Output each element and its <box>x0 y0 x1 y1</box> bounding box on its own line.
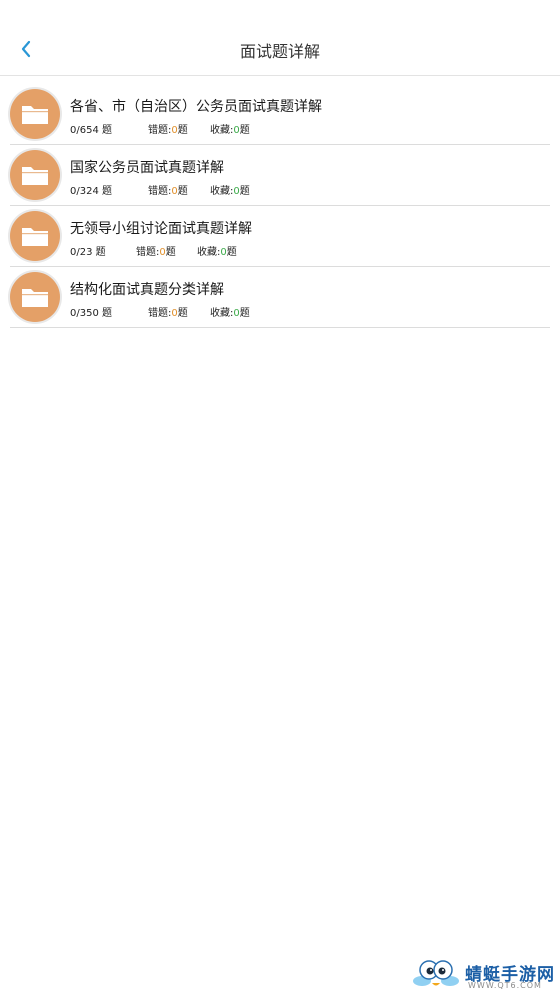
list-item[interactable]: 结构化面试真题分类详解 0/350 题 错题:0题 收藏:0题 <box>10 267 550 328</box>
item-title: 无领导小组讨论面试真题详解 <box>70 221 252 237</box>
favorite-stat: 收藏:0题 <box>210 182 250 197</box>
wrong-label: 错题: <box>148 186 172 197</box>
favorite-label: 收藏: <box>210 125 234 136</box>
dragonfly-logo-icon <box>413 960 459 986</box>
wrong-stat: 错题:0题 <box>148 182 188 197</box>
list-item[interactable]: 国家公务员面试真题详解 0/324 题 错题:0题 收藏:0题 <box>10 145 550 206</box>
folder-avatar <box>10 211 60 261</box>
favorite-stat: 收藏:0题 <box>197 243 237 258</box>
progress-count: 0/324 题 <box>70 186 112 197</box>
favorite-label: 收藏: <box>210 186 234 197</box>
question-set-list: 各省、市（自治区）公务员面试真题详解 0/654 题 错题:0题 收藏:0题 国… <box>10 84 550 328</box>
folder-avatar <box>10 150 60 200</box>
progress-count: 0/350 题 <box>70 308 112 319</box>
list-item[interactable]: 各省、市（自治区）公务员面试真题详解 0/654 题 错题:0题 收藏:0题 <box>10 84 550 145</box>
folder-icon <box>22 106 48 124</box>
folder-icon <box>22 289 48 307</box>
folder-icon <box>22 167 48 185</box>
favorite-unit: 题 <box>239 186 250 197</box>
top-bar: 面试题详解 <box>0 0 560 76</box>
wrong-stat: 错题:0题 <box>136 243 176 258</box>
folder-icon <box>22 228 48 246</box>
wrong-unit: 题 <box>177 125 188 136</box>
item-title: 国家公务员面试真题详解 <box>70 160 224 176</box>
favorite-unit: 题 <box>239 308 250 319</box>
progress-count: 0/654 题 <box>70 125 112 136</box>
wrong-stat: 错题:0题 <box>148 304 188 319</box>
favorite-stat: 收藏:0题 <box>210 304 250 319</box>
watermark: 蜻蜓手游网 WWW.QT6.COM <box>412 955 557 993</box>
wrong-label: 错题: <box>136 247 160 258</box>
watermark-url: WWW.QT6.COM <box>468 981 542 990</box>
item-title: 各省、市（自治区）公务员面试真题详解 <box>70 99 322 115</box>
wrong-label: 错题: <box>148 125 172 136</box>
folder-avatar <box>10 89 60 139</box>
favorite-label: 收藏: <box>197 247 221 258</box>
wrong-unit: 题 <box>177 186 188 197</box>
page-title: 面试题详解 <box>239 42 320 61</box>
favorite-label: 收藏: <box>210 308 234 319</box>
list-item[interactable]: 无领导小组讨论面试真题详解 0/23 题 错题:0题 收藏:0题 <box>10 206 550 267</box>
favorite-stat: 收藏:0题 <box>210 121 250 136</box>
wrong-unit: 题 <box>165 247 176 258</box>
favorite-unit: 题 <box>226 247 237 258</box>
progress-count: 0/23 题 <box>70 247 106 258</box>
wrong-label: 错题: <box>148 308 172 319</box>
favorite-unit: 题 <box>239 125 250 136</box>
folder-avatar <box>10 272 60 322</box>
wrong-unit: 题 <box>177 308 188 319</box>
item-title: 结构化面试真题分类详解 <box>70 282 224 298</box>
wrong-stat: 错题:0题 <box>148 121 188 136</box>
